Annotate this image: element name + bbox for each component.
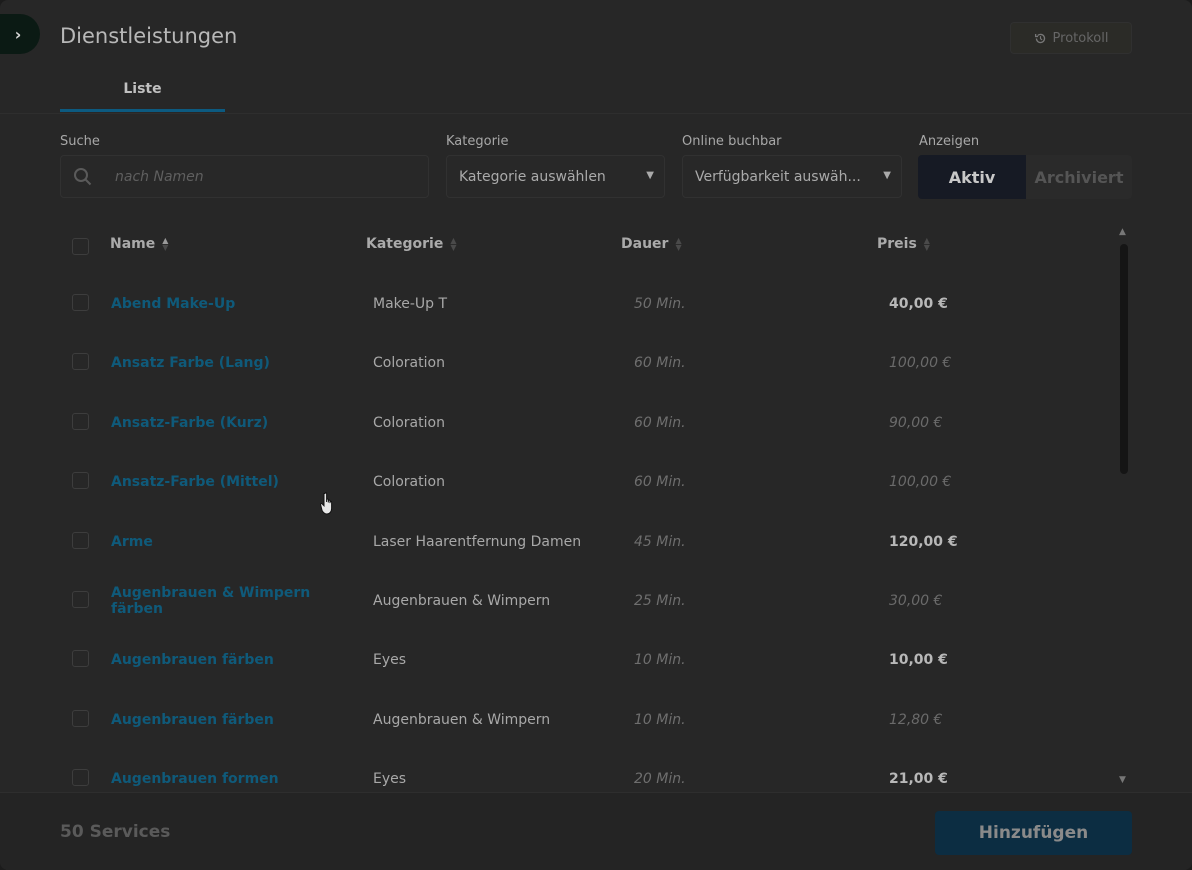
row-checkbox[interactable] <box>72 769 89 786</box>
sort-icon: ▲ ▼ <box>923 236 930 252</box>
protocol-label: Protokoll <box>1052 30 1109 46</box>
service-name-link[interactable]: Augenbrauen färben <box>111 640 341 680</box>
service-price: 100,00 € <box>889 474 952 490</box>
sort-icon: ▲ ▼ <box>675 236 682 252</box>
column-header-category-label: Kategorie <box>366 236 444 252</box>
service-name-link[interactable]: Ansatz Farbe (Lang) <box>111 343 341 383</box>
services-page: › Dienstleistungen Protokoll Liste Suche… <box>0 0 1192 870</box>
service-category: Make-Up T <box>373 295 448 312</box>
table-row[interactable]: Augenbrauen & Wimpern färben Augenbrauen… <box>0 571 1110 630</box>
service-price: 100,00 € <box>889 355 952 371</box>
service-price: 90,00 € <box>889 415 943 431</box>
tab-bar: Liste <box>0 68 1192 114</box>
page-title: Dienstleistungen <box>60 24 238 48</box>
row-checkbox[interactable] <box>72 413 89 430</box>
select-all-checkbox[interactable] <box>72 238 89 255</box>
service-duration: 60 Min. <box>634 474 686 490</box>
service-duration: 10 Min. <box>634 652 686 668</box>
history-icon <box>1034 33 1045 43</box>
search-input[interactable] <box>115 168 415 185</box>
column-header-duration-label: Dauer <box>621 236 669 252</box>
expand-sidebar-button[interactable]: › <box>0 14 40 54</box>
service-name-link[interactable]: Abend Make-Up <box>111 284 341 324</box>
column-header-name[interactable]: Name ▲ ▼ <box>110 236 168 252</box>
category-select-value: Kategorie auswählen <box>459 168 606 185</box>
tab-liste[interactable]: Liste <box>60 68 225 112</box>
protocol-button[interactable]: Protokoll <box>1010 22 1132 54</box>
add-service-button[interactable]: Hinzufügen <box>935 811 1132 855</box>
service-price: 40,00 € <box>889 296 948 312</box>
column-header-price[interactable]: Preis ▲ ▼ <box>877 236 930 252</box>
service-category: Coloration <box>373 473 445 490</box>
column-header-price-label: Preis <box>877 236 917 252</box>
service-name-link[interactable]: Ansatz-Farbe (Kurz) <box>111 403 341 443</box>
table-row[interactable]: Abend Make-Up Make-Up T 50 Min. 40,00 € <box>0 274 1110 333</box>
row-checkbox[interactable] <box>72 353 89 370</box>
show-active-button[interactable]: Aktiv <box>918 155 1026 199</box>
service-duration: 50 Min. <box>634 296 686 312</box>
table-row[interactable]: Ansatz-Farbe (Kurz) Coloration 60 Min. 9… <box>0 393 1110 452</box>
row-checkbox[interactable] <box>72 532 89 549</box>
service-name-link[interactable]: Augenbrauen färben <box>111 700 341 740</box>
scroll-down-arrow-icon[interactable]: ▼ <box>1119 775 1126 785</box>
service-price: 30,00 € <box>889 593 943 609</box>
row-checkbox[interactable] <box>72 472 89 489</box>
service-name-link[interactable]: Ansatz-Farbe (Mittel) <box>111 462 341 502</box>
table-row[interactable]: Arme Laser Haarentfernung Damen 45 Min. … <box>0 512 1110 571</box>
service-name-link[interactable]: Augenbrauen & Wimpern färben <box>111 581 341 621</box>
service-price: 10,00 € <box>889 652 948 668</box>
caret-down-icon: ▼ <box>883 170 891 181</box>
sort-icon: ▲ ▼ <box>162 236 169 252</box>
service-category: Laser Haarentfernung Damen <box>373 533 582 550</box>
category-filter-label: Kategorie <box>446 134 509 149</box>
service-duration: 25 Min. <box>634 593 686 609</box>
service-duration: 60 Min. <box>634 415 686 431</box>
service-category: Augenbrauen & Wimpern <box>373 592 551 609</box>
service-category: Augenbrauen & Wimpern <box>373 711 551 728</box>
table-row[interactable]: Ansatz Farbe (Lang) Coloration 60 Min. 1… <box>0 333 1110 392</box>
scrollbar-thumb[interactable] <box>1120 244 1128 474</box>
online-bookable-label: Online buchbar <box>682 134 782 149</box>
show-filter-label: Anzeigen <box>919 134 980 149</box>
hand-pointer-cursor-icon <box>320 492 333 515</box>
online-bookable-value: Verfügbarkeit auswäh... <box>695 168 861 185</box>
table-row[interactable]: Augenbrauen färben Augenbrauen & Wimpern… <box>0 690 1110 749</box>
service-duration: 60 Min. <box>634 355 686 371</box>
table-row[interactable]: Ansatz-Farbe (Mittel) Coloration 60 Min.… <box>0 452 1110 511</box>
chevron-right-icon: › <box>14 24 22 44</box>
footer-bar: 50 Services Hinzufügen <box>0 792 1192 870</box>
scroll-up-arrow-icon[interactable]: ▲ <box>1119 227 1126 237</box>
column-header-duration[interactable]: Dauer ▲ ▼ <box>621 236 682 252</box>
service-category: Coloration <box>373 354 445 371</box>
service-price: 12,80 € <box>889 712 943 728</box>
table-row[interactable]: Augenbrauen färben Eyes 10 Min. 10,00 € <box>0 630 1110 689</box>
column-header-name-label: Name <box>110 236 156 252</box>
search-label: Suche <box>60 134 100 149</box>
show-archived-button[interactable]: Archiviert <box>1026 155 1132 199</box>
column-header-category[interactable]: Kategorie ▲ ▼ <box>366 236 456 252</box>
search-field[interactable] <box>60 155 429 198</box>
row-checkbox[interactable] <box>72 591 89 608</box>
services-count: 50 Services <box>60 822 171 842</box>
row-checkbox[interactable] <box>72 294 89 311</box>
table-header: Name ▲ ▼ Kategorie ▲ ▼ Dauer ▲ ▼ Preis ▲ ▼ <box>0 226 1110 268</box>
row-checkbox[interactable] <box>72 710 89 727</box>
service-category: Coloration <box>373 414 445 431</box>
caret-down-icon: ▼ <box>646 170 654 181</box>
online-bookable-select[interactable]: Verfügbarkeit auswäh... ▼ <box>682 155 902 198</box>
sort-icon: ▲ ▼ <box>450 236 457 252</box>
service-price: 120,00 € <box>889 534 958 550</box>
service-duration: 45 Min. <box>634 534 686 550</box>
category-select[interactable]: Kategorie auswählen ▼ <box>446 155 665 198</box>
service-category: Eyes <box>373 651 407 668</box>
service-duration: 10 Min. <box>634 712 686 728</box>
search-icon <box>74 167 92 185</box>
row-checkbox[interactable] <box>72 650 89 667</box>
service-name-link[interactable]: Arme <box>111 522 341 562</box>
